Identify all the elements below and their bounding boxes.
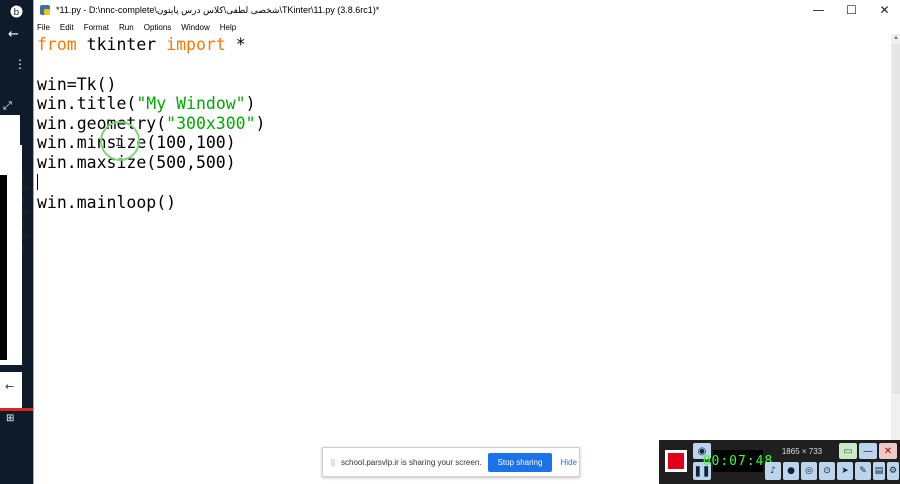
menu-format[interactable]: Format <box>84 23 109 32</box>
windows-logo-icon[interactable]: ⊞ <box>6 414 14 424</box>
menu-options[interactable]: Options <box>144 23 172 32</box>
menu-help[interactable]: Help <box>220 23 236 32</box>
code-text: tkinter <box>76 35 167 54</box>
record-button[interactable] <box>665 450 687 472</box>
bg-letter: W <box>22 197 28 207</box>
menu-file[interactable]: File <box>37 23 50 32</box>
bg-letter: W <box>22 233 28 243</box>
code-text: ) <box>245 94 256 113</box>
code-line-5: win.geometry("300x300") <box>37 114 265 134</box>
screen-icon[interactable]: ▭ <box>839 443 857 459</box>
sharing-message: school.parsvlp.ir is sharing your screen… <box>341 457 482 467</box>
bg-letter: W <box>22 209 28 219</box>
bg-letter: W <box>22 185 28 195</box>
screen-recorder-toolbar: ◉ ❚❚ 00:07:48 1865 × 733 ▭ — ✕ ♪ ● ◎ ⊙ ➤… <box>659 440 900 484</box>
ibeam-cursor-icon: I <box>115 136 122 149</box>
bg-letter: W <box>22 173 28 183</box>
menu-edit[interactable]: Edit <box>60 23 74 32</box>
record-icon <box>668 453 684 469</box>
folder-icon[interactable]: ▤ <box>873 462 885 480</box>
menu-window[interactable]: Window <box>181 23 209 32</box>
code-text: win.geometry( <box>37 114 167 133</box>
code-editor[interactable]: from tkinter import * win=Tk() win.title… <box>34 34 891 484</box>
minimize-icon[interactable]: — <box>859 443 877 459</box>
menu-bar: File Edit Format Run Options Window Help <box>34 20 900 34</box>
code-line-7: win.maxsize(500,500) <box>37 153 236 172</box>
scroll-up-icon[interactable]: ▲ <box>891 35 900 41</box>
back-arrow-icon[interactable]: ← <box>8 28 19 41</box>
code-line-3: win=Tk() <box>37 75 117 94</box>
capture-dimensions: 1865 × 733 <box>781 446 823 456</box>
python-file-icon <box>38 3 52 17</box>
webcam-icon[interactable]: ◎ <box>801 462 817 480</box>
hide-button[interactable]: Hide <box>560 458 576 467</box>
code-line-1: from tkinter import * <box>37 35 246 55</box>
window-title: *11.py - D:\nnc-complete\شخصی لطفی\کلاس … <box>56 4 380 15</box>
expand-icon[interactable]: ⤢ <box>3 100 12 111</box>
keyword-from: from <box>37 35 77 54</box>
background-window-strip: b ← ⋮ ⤢ W W W W W W W ← ⊞ <box>0 0 33 484</box>
code-line-4: win.title("My Window") <box>37 94 256 114</box>
code-line-9: win.mainloop() <box>37 193 177 212</box>
title-bar: *11.py - D:\nnc-complete\شخصی لطفی\کلاس … <box>34 0 900 20</box>
bg-letter: W <box>22 221 28 231</box>
menu-dots-icon[interactable]: ⋮ <box>14 58 26 70</box>
maximize-button[interactable]: ☐ <box>835 0 868 20</box>
string-literal: "300x300" <box>166 114 256 133</box>
pointer-icon[interactable]: ➤ <box>837 462 853 480</box>
menu-run[interactable]: Run <box>119 23 134 32</box>
vertical-scrollbar[interactable]: ▲ <box>891 34 900 484</box>
keyword-import: import <box>166 35 226 54</box>
bg-letter: W <box>22 245 28 255</box>
stop-sharing-button[interactable]: Stop sharing <box>487 452 553 472</box>
microphone-icon[interactable]: ● <box>783 462 799 480</box>
back-arrow-icon[interactable]: ← <box>5 381 14 392</box>
code-text: ) <box>255 114 266 133</box>
recording-timer: 00:07:48 <box>703 450 772 472</box>
pen-icon[interactable]: ✎ <box>855 462 871 480</box>
speaker-icon[interactable]: ♪ <box>765 462 781 480</box>
minimize-button[interactable]: — <box>802 0 835 20</box>
screen-sharing-banner: || school.parsvlp.ir is sharing your scr… <box>322 447 580 477</box>
close-button[interactable]: ✕ <box>868 0 900 20</box>
close-icon[interactable]: ✕ <box>879 443 897 459</box>
idle-editor-window: *11.py - D:\nnc-complete\شخصی لطفی\کلاس … <box>33 0 900 484</box>
text-caret <box>37 174 38 190</box>
scroll-thumb[interactable] <box>892 44 900 394</box>
code-text: * <box>225 35 246 54</box>
code-text: win.title( <box>37 94 137 113</box>
target-icon[interactable]: ⊙ <box>819 462 835 480</box>
string-literal: "My Window" <box>136 94 246 113</box>
browser-logo-icon: b <box>10 5 23 21</box>
drag-handle-icon[interactable]: || <box>327 458 339 467</box>
svg-text:b: b <box>14 8 20 18</box>
settings-icon[interactable]: ⚙ <box>887 462 899 480</box>
